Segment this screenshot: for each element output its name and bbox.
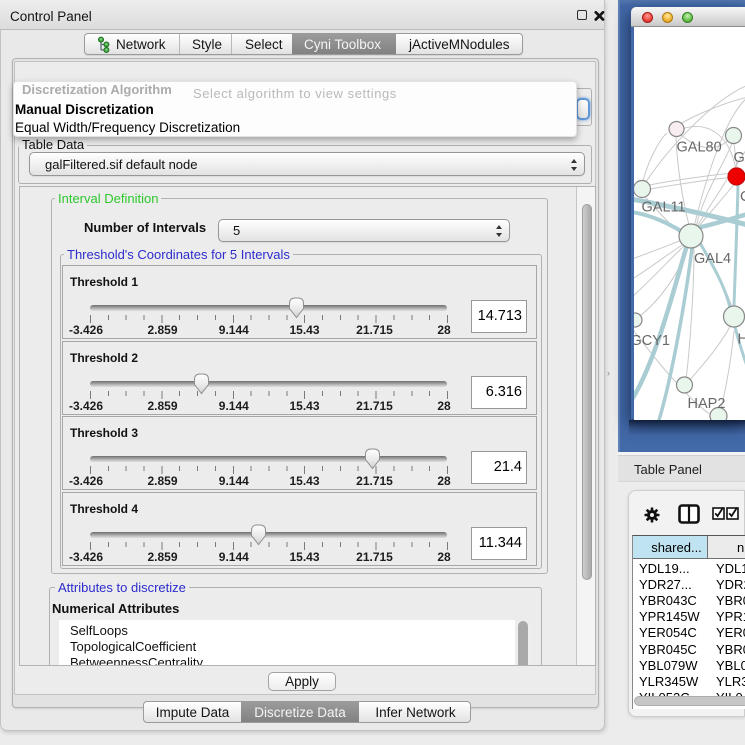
svg-text:GAL1: GAL1	[733, 150, 745, 166]
svg-text:HAP2: HAP2	[687, 396, 725, 412]
svg-text:GAL4: GAL4	[694, 251, 731, 267]
svg-text:GCY1: GCY1	[634, 333, 670, 349]
svg-text:GAL11: GAL11	[641, 200, 685, 216]
svg-text:GAL80: GAL80	[676, 140, 721, 156]
svg-text:H: H	[737, 332, 745, 348]
svg-text:CC: CC	[740, 189, 745, 205]
